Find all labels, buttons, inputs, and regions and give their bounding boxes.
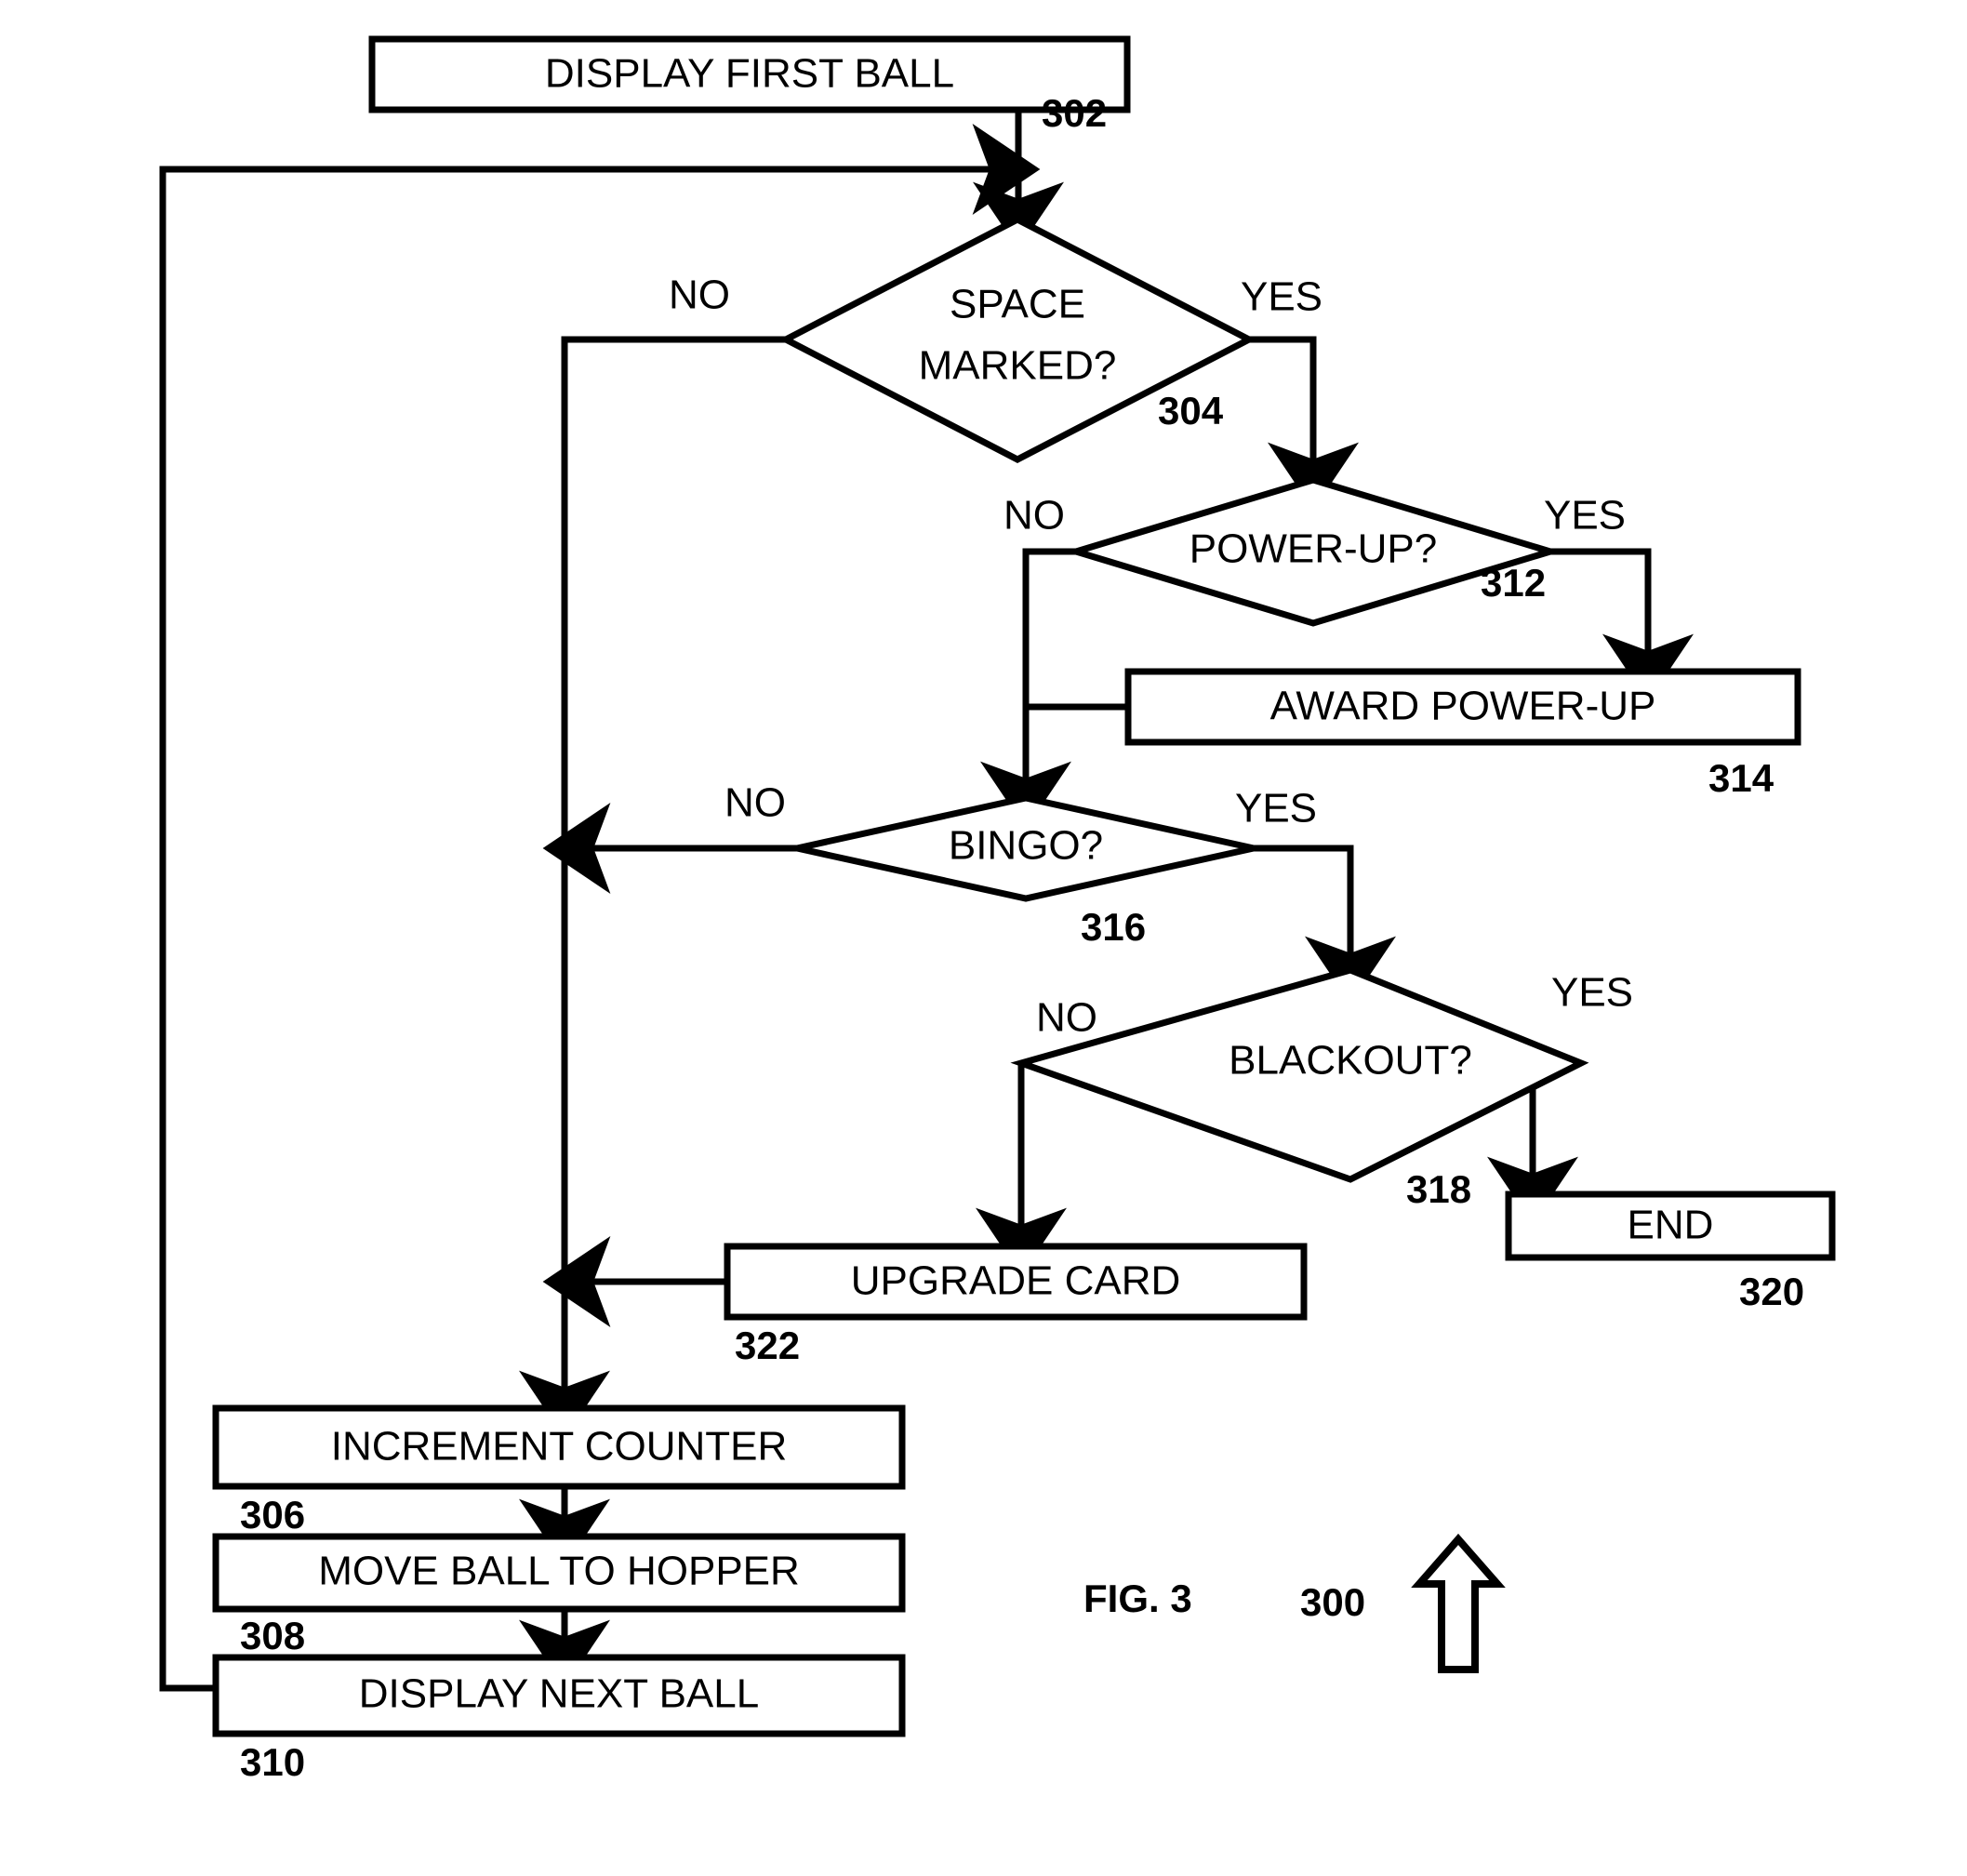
award-power-up-label: AWARD POWER-UP [1270,684,1656,729]
ref-308: 308 [240,1614,305,1657]
branch-bingo-yes: YES [1235,786,1317,832]
ref-318: 318 [1406,1167,1471,1211]
increment-counter-label: INCREMENT COUNTER [331,1424,788,1470]
display-next-ball-label: DISPLAY NEXT BALL [359,1671,759,1717]
ref-302: 302 [1042,91,1107,135]
bingo-label: BINGO? [949,823,1103,869]
node-display-first-ball[interactable]: DISPLAY FIRST BALL [368,35,1131,113]
connector-space-marked-yes-to-power-up [1249,336,1359,511]
ref-316: 316 [1081,905,1146,949]
display-first-ball-label: DISPLAY FIRST BALL [545,51,954,97]
patent-figure-3: DISPLAY FIRST BALL 302 SPACE MARKED? 304… [0,0,1967,1876]
space-marked-label-line1: SPACE [950,282,1085,327]
ref-320: 320 [1739,1270,1804,1313]
node-blackout[interactable]: BLACKOUT? [1010,966,1589,1183]
branch-power-up-no: NO [1003,493,1065,539]
connector-bingo-yes-to-blackout [1254,845,1396,1005]
up-arrow-icon [1411,1533,1506,1673]
branch-space-marked-yes: YES [1241,274,1322,320]
connector-power-up-yes-to-award-power-up [1550,548,1694,702]
ref-322: 322 [735,1324,800,1367]
figure-reference-number: 300 [1300,1580,1365,1624]
node-award-power-up[interactable]: AWARD POWER-UP [1124,668,1801,746]
node-increment-counter[interactable]: INCREMENT COUNTER [212,1404,906,1490]
node-display-next-ball[interactable]: DISPLAY NEXT BALL [212,1654,906,1737]
node-bingo[interactable]: BINGO? [796,794,1255,902]
branch-bingo-no: NO [724,780,786,826]
power-up-label: POWER-UP? [1190,526,1437,572]
branch-blackout-no: NO [1036,995,1097,1041]
figure-caption: FIG. 3 [1083,1577,1192,1620]
end-label: END [1628,1203,1714,1248]
node-power-up[interactable]: POWER-UP? [1064,476,1562,627]
blackout-label: BLACKOUT? [1229,1038,1472,1084]
space-marked-label-line2: MARKED? [919,343,1117,389]
branch-space-marked-no: NO [669,273,730,318]
node-move-ball-to-hopper[interactable]: MOVE BALL TO HOPPER [212,1533,906,1613]
ref-304: 304 [1158,389,1224,432]
branch-power-up-yes: YES [1544,493,1626,539]
node-end[interactable]: END [1505,1191,1836,1261]
flowchart-canvas: DISPLAY FIRST BALL 302 SPACE MARKED? 304… [159,35,1836,1784]
move-ball-to-hopper-label: MOVE BALL TO HOPPER [318,1549,800,1594]
ref-312: 312 [1481,561,1546,605]
branch-blackout-yes: YES [1551,970,1633,1016]
up-arrow-shape [1411,1533,1506,1673]
connector-power-up-no-to-bingo [980,548,1076,830]
node-upgrade-card[interactable]: UPGRADE CARD [724,1243,1308,1321]
ref-314: 314 [1708,756,1774,800]
upgrade-card-label: UPGRADE CARD [851,1258,1181,1304]
ref-310: 310 [240,1740,305,1784]
ref-306: 306 [240,1493,305,1537]
